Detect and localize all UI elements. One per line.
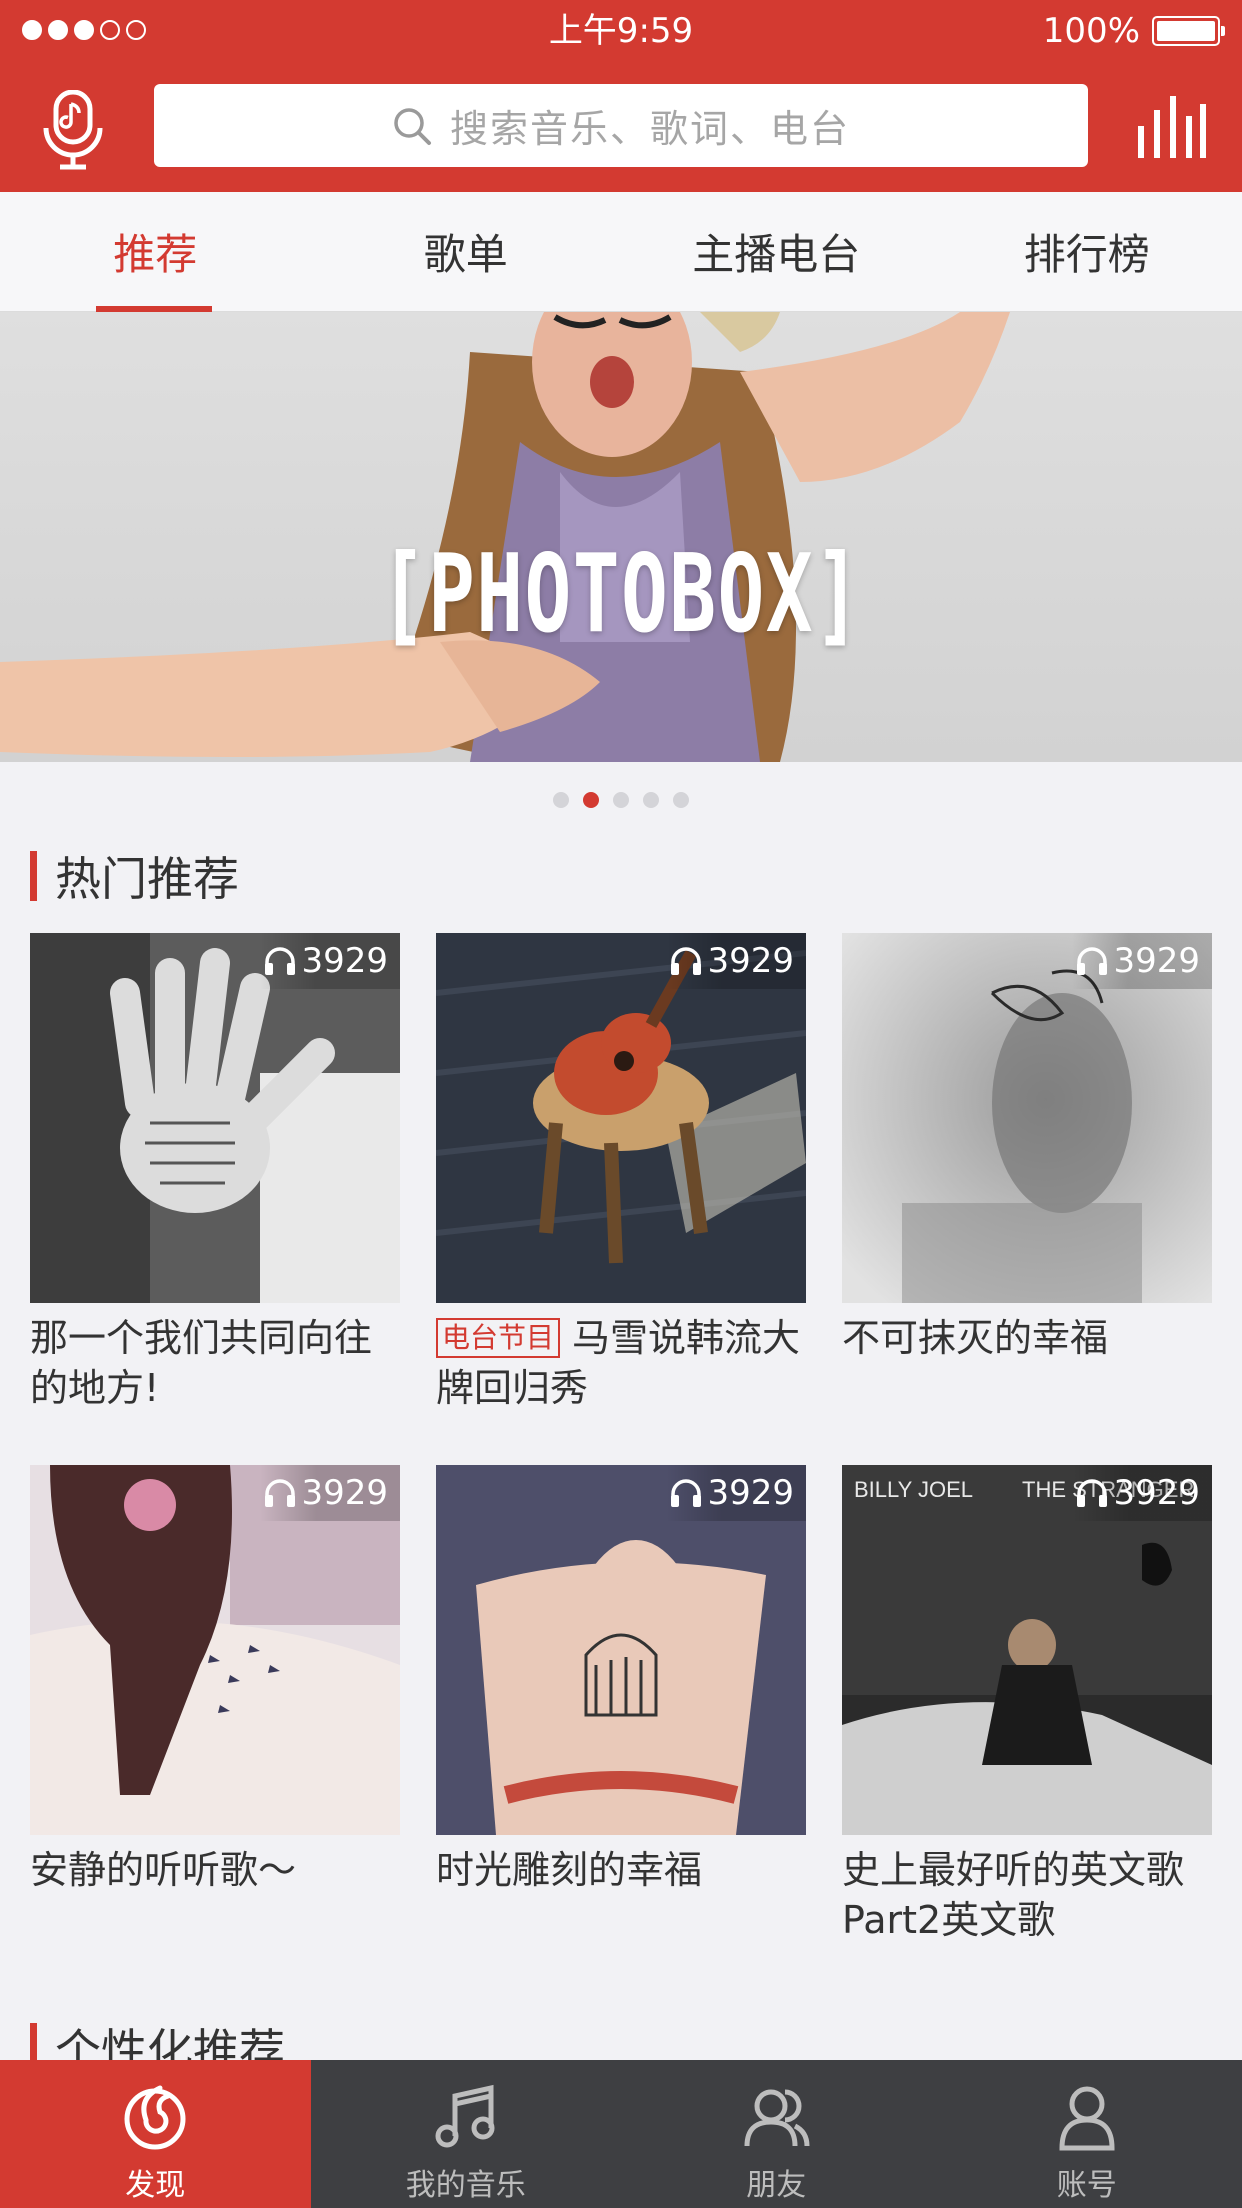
playlist-card[interactable]: 3929 那一个我们共同向往的地方! xyxy=(30,933,400,1413)
hot-section-title: 热门推荐 xyxy=(30,850,239,906)
status-bar: 上午9:59 100% xyxy=(0,0,1242,62)
section-marker xyxy=(30,851,37,901)
tab-recommend[interactable]: 推荐 xyxy=(0,192,311,311)
battery-percent: 100% xyxy=(1042,11,1140,51)
nav-my-music[interactable]: 我的音乐 xyxy=(311,2060,622,2208)
nav-label: 我的音乐 xyxy=(405,2168,526,2203)
bottom-navigation: 发现 我的音乐 朋友 账号 xyxy=(0,2060,1242,2208)
play-count: 3929 xyxy=(666,1465,806,1521)
page-dot[interactable] xyxy=(613,792,629,808)
play-count: 3929 xyxy=(260,933,400,989)
playlist-cover: 3929 xyxy=(842,933,1212,1303)
nav-label: 朋友 xyxy=(746,2168,807,2203)
nav-label: 账号 xyxy=(1056,2168,1117,2203)
headphone-icon xyxy=(265,1479,296,1507)
play-count-value: 3929 xyxy=(1113,941,1200,981)
nav-account[interactable]: 账号 xyxy=(932,2060,1242,2208)
page-dot[interactable] xyxy=(643,792,659,808)
playlist-title: 史上最好听的英文歌Part2英文歌 xyxy=(842,1848,1185,1942)
discover-icon xyxy=(124,2085,186,2150)
tab-playlists[interactable]: 歌单 xyxy=(311,192,622,311)
page-dot-active[interactable] xyxy=(583,792,599,808)
search-input[interactable]: 搜索音乐、歌词、电台 xyxy=(154,84,1088,167)
voice-search-button[interactable] xyxy=(40,89,106,170)
banner-title: [PHOTOBOX] xyxy=(379,532,863,657)
headphone-icon xyxy=(1077,947,1108,975)
playlist-title: 不可抹灭的幸福 xyxy=(842,1316,1109,1360)
play-count: 3929 xyxy=(1072,1465,1212,1521)
tab-charts[interactable]: 排行榜 xyxy=(932,192,1242,311)
section-title-text: 热门推荐 xyxy=(55,852,239,906)
nav-label: 发现 xyxy=(125,2168,186,2203)
promo-banner[interactable]: [PHOTOBOX] xyxy=(0,312,1242,762)
playlist-title: 电台节目 马雪说韩流大牌回归秀 xyxy=(436,1313,806,1413)
music-note-icon xyxy=(435,2084,495,2148)
playlist-title: 那一个我们共同向往的地方! xyxy=(30,1316,373,1410)
playlist-title: 时光雕刻的幸福 xyxy=(436,1848,703,1892)
radio-program-tag: 电台节目 xyxy=(436,1318,561,1358)
nav-discover[interactable]: 发现 xyxy=(0,2060,311,2208)
playlist-cover: 3929 xyxy=(30,933,400,1303)
battery-icon xyxy=(1152,16,1225,46)
play-count: 3929 xyxy=(1072,933,1212,989)
friends-icon xyxy=(744,2089,810,2147)
album-artist-text: BILLY JOEL xyxy=(854,1477,973,1502)
search-placeholder: 搜索音乐、歌词、电台 xyxy=(449,107,850,151)
search-icon xyxy=(394,107,431,145)
top-header: 搜索音乐、歌词、电台 xyxy=(0,62,1242,192)
equalizer-icon xyxy=(1138,96,1206,158)
playlist-cover: 3929 xyxy=(436,933,806,1303)
playlist-card[interactable]: 3929 电台节目 马雪说韩流大牌回归秀 xyxy=(436,933,806,1413)
banner-pagination xyxy=(0,792,1242,808)
play-count-value: 3929 xyxy=(707,1473,794,1513)
page-dot[interactable] xyxy=(553,792,569,808)
play-count-value: 3929 xyxy=(1113,1473,1200,1513)
headphone-icon xyxy=(265,947,296,975)
play-count: 3929 xyxy=(666,933,806,989)
page-dot[interactable] xyxy=(673,792,689,808)
playlist-cover: BILLY JOEL THE STRANGER 3929 xyxy=(842,1465,1212,1835)
play-count-value: 3929 xyxy=(707,941,794,981)
play-count: 3929 xyxy=(260,1465,400,1521)
playlist-card[interactable]: 3929 不可抹灭的幸福 xyxy=(842,933,1212,1363)
playlist-cover: 3929 xyxy=(30,1465,400,1835)
microphone-icon xyxy=(43,89,103,170)
playlist-card[interactable]: 3929 安静的听听歌～ xyxy=(30,1465,400,1895)
play-count-value: 3929 xyxy=(301,941,388,981)
playlist-card[interactable]: BILLY JOEL THE STRANGER 3929 史上最好听的英文歌Pa… xyxy=(842,1465,1212,1945)
account-icon xyxy=(1059,2086,1115,2151)
category-tabs: 推荐 歌单 主播电台 排行榜 xyxy=(0,192,1242,312)
playlist-cover: 3929 xyxy=(436,1465,806,1835)
headphone-icon xyxy=(1077,1479,1108,1507)
tab-radio-hosts[interactable]: 主播电台 xyxy=(621,192,932,311)
nav-friends[interactable]: 朋友 xyxy=(621,2060,932,2208)
app-screen: 上午9:59 100% 搜索音乐、歌词、电台 推荐 歌单 主播电台 排行榜 [P… xyxy=(0,0,1242,2208)
headphone-icon xyxy=(671,947,702,975)
headphone-icon xyxy=(671,1479,702,1507)
playlist-title: 安静的听听歌～ xyxy=(30,1848,297,1892)
playlist-card[interactable]: 3929 时光雕刻的幸福 xyxy=(436,1465,806,1895)
now-playing-button[interactable] xyxy=(1136,96,1206,158)
play-count-value: 3929 xyxy=(301,1473,388,1513)
